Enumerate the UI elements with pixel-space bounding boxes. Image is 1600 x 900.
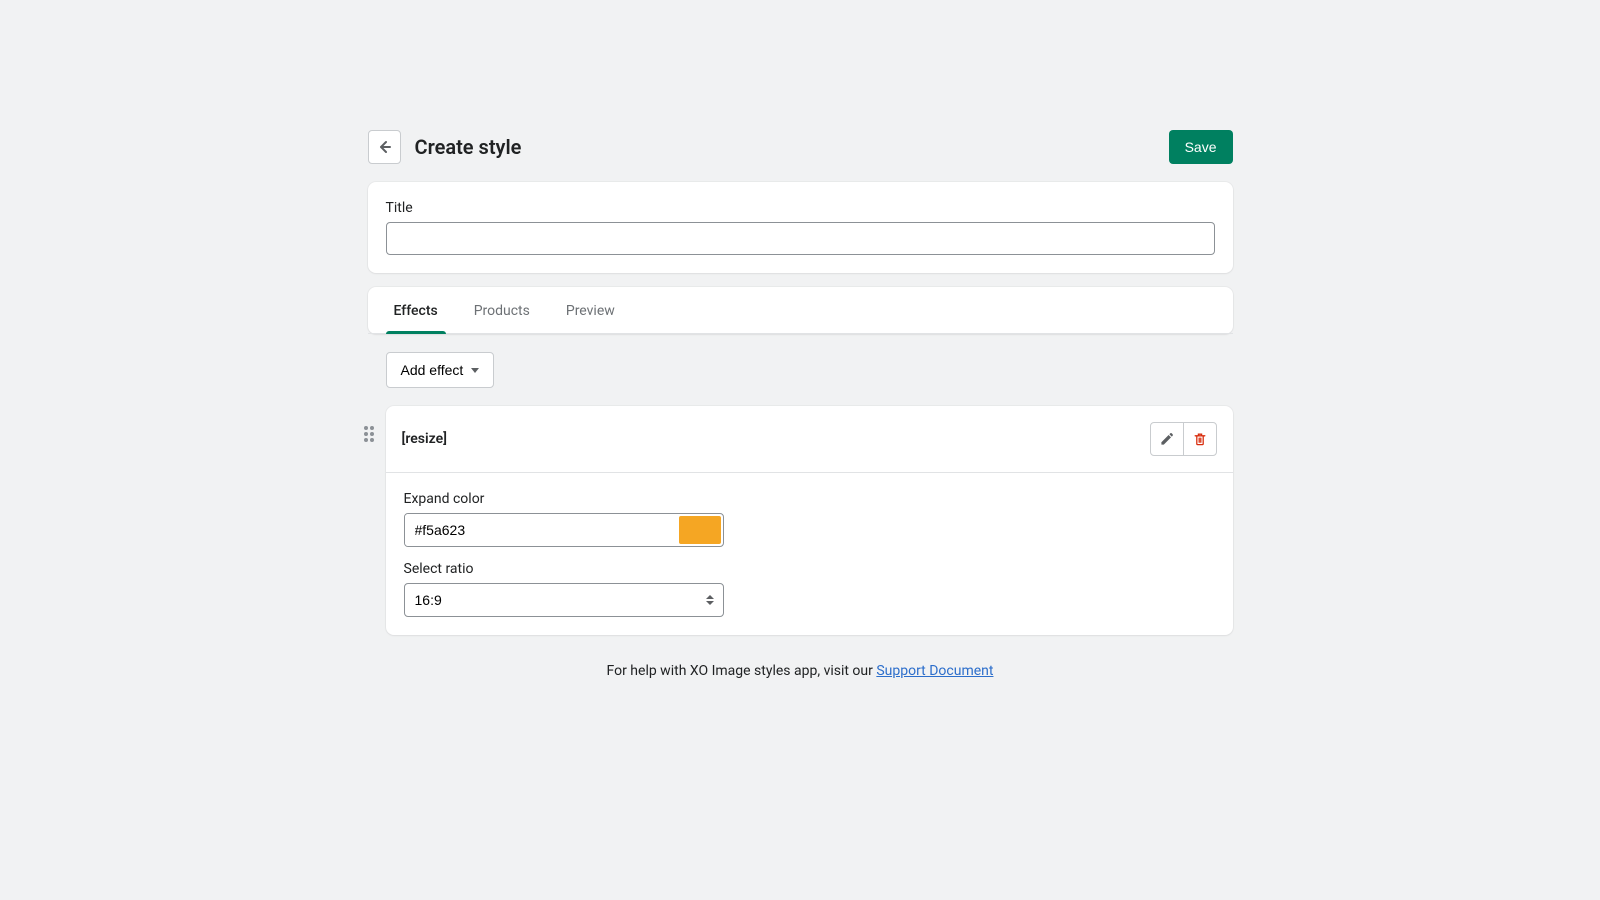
footer-help: For help with XO Image styles app, visit… [368, 663, 1233, 679]
tab-products[interactable]: Products [456, 287, 548, 333]
title-card: Title [368, 182, 1233, 273]
effect-card: [resize] Expand color [386, 406, 1233, 635]
page-title: Create style [415, 135, 1169, 159]
title-input[interactable] [386, 222, 1215, 255]
support-document-link[interactable]: Support Document [876, 663, 993, 679]
tab-preview[interactable]: Preview [548, 287, 633, 333]
expand-color-field [404, 513, 724, 547]
effect-name: [resize] [402, 431, 1150, 447]
footer-prefix: For help with XO Image styles app, visit… [607, 663, 877, 679]
back-button[interactable] [368, 130, 401, 164]
drag-handle-icon[interactable] [364, 426, 374, 442]
expand-color-label: Expand color [404, 491, 1215, 507]
edit-effect-button[interactable] [1150, 422, 1184, 456]
add-effect-button[interactable]: Add effect [386, 352, 495, 388]
arrow-left-icon [374, 137, 394, 157]
delete-effect-button[interactable] [1183, 422, 1217, 456]
title-label: Title [386, 200, 1215, 216]
select-ratio-input[interactable]: 16:9 [404, 583, 724, 617]
color-swatch[interactable] [679, 516, 721, 544]
add-effect-label: Add effect [401, 362, 464, 378]
trash-icon [1192, 431, 1208, 447]
tab-effects[interactable]: Effects [376, 287, 456, 333]
expand-color-input[interactable] [405, 514, 677, 546]
tabs-card: Effects Products Preview [368, 287, 1233, 334]
pencil-icon [1159, 431, 1175, 447]
caret-down-icon [471, 368, 479, 373]
select-ratio-label: Select ratio [404, 561, 1215, 577]
save-button[interactable]: Save [1169, 130, 1233, 164]
